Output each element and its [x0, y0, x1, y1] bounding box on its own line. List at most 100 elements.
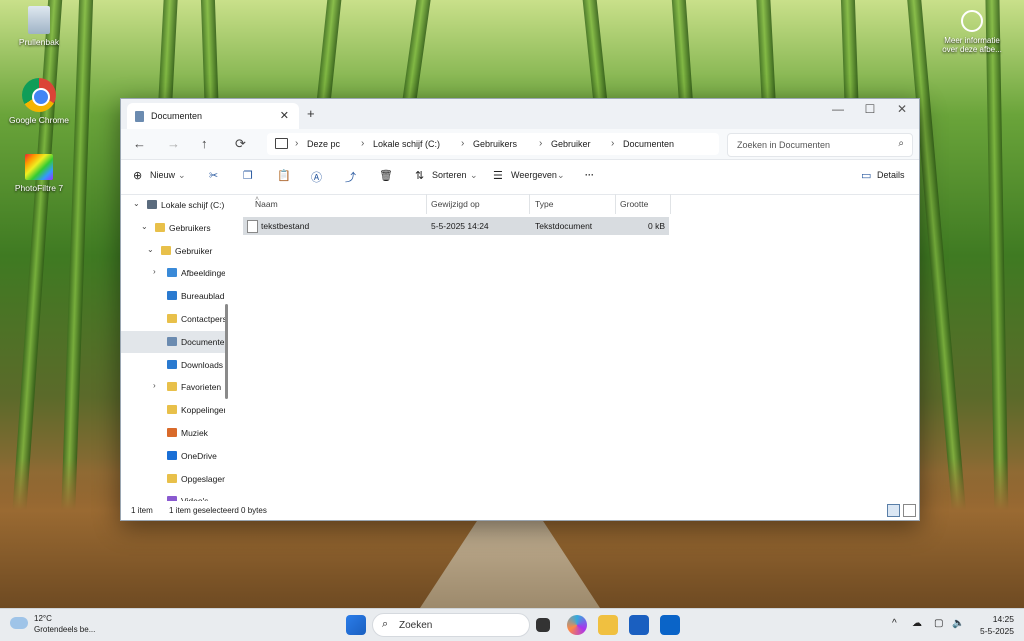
- chevron-right-icon: ›: [539, 138, 543, 149]
- new-tab-button[interactable]: +: [307, 106, 315, 121]
- system-clock[interactable]: 14:25 5-5-2025: [980, 613, 1014, 637]
- chevron-down-icon[interactable]: ⌄: [133, 199, 140, 208]
- column-divider: [529, 194, 530, 214]
- taskbar: 12°C Grotendeels be... ⌕ Zoeken ^ ☁ ▢ 🔈 …: [0, 608, 1024, 641]
- copy-icon[interactable]: ❐: [243, 169, 253, 182]
- sidebar-item[interactable]: Contactpersonen: [121, 308, 225, 330]
- clock-time: 14:25: [992, 614, 1014, 624]
- breadcrumb[interactable]: › Deze pc › Lokale schijf (C:) › Gebruik…: [267, 133, 719, 155]
- tab-documenten[interactable]: Documenten ✕: [127, 103, 299, 129]
- sidebar-item[interactable]: › Favorieten: [121, 376, 225, 398]
- plus-circle-icon: ⊕: [133, 170, 143, 182]
- breadcrumb-gebruikers[interactable]: Gebruikers: [473, 139, 517, 149]
- column-header-modified[interactable]: Gewijzigd op: [431, 199, 480, 209]
- rename-icon[interactable]: Ⓐ: [311, 169, 322, 185]
- copilot-icon[interactable]: [567, 615, 587, 635]
- chrome-icon: [22, 78, 56, 112]
- store-icon[interactable]: [629, 615, 649, 635]
- sort-button[interactable]: Sorteren: [432, 170, 467, 180]
- sidebar-item[interactable]: ⌄ Gebruikers: [121, 217, 225, 239]
- column-header-size[interactable]: Grootte: [620, 199, 648, 209]
- table-row[interactable]: tekstbestand 5-5-2025 14:24 Tekstdocumen…: [243, 217, 669, 235]
- details-view-button[interactable]: [887, 504, 900, 517]
- network-icon[interactable]: ☁: [912, 618, 922, 629]
- back-button[interactable]: ←: [133, 136, 146, 151]
- refresh-button[interactable]: ⟳: [235, 136, 246, 152]
- breadcrumb-gebruiker[interactable]: Gebruiker: [551, 139, 591, 149]
- sidebar-item[interactable]: ⌄ Gebruiker: [121, 240, 225, 262]
- view-icon: ☰: [493, 170, 503, 182]
- spotlight-label-line2: over deze afbe...: [942, 45, 1002, 54]
- weather-widget[interactable]: 12°C Grotendeels be...: [10, 613, 95, 635]
- more-options-button[interactable]: ···: [585, 170, 594, 180]
- share-icon[interactable]: ⤴: [345, 169, 356, 185]
- chevron-down-icon[interactable]: ⌄: [147, 245, 154, 254]
- chevron-right-icon[interactable]: ›: [153, 267, 156, 276]
- navigation-scrollbar[interactable]: [225, 304, 228, 399]
- folder-icon: [167, 382, 177, 392]
- sidebar-item-label: OneDrive: [181, 450, 217, 461]
- tiles-view-button[interactable]: [903, 504, 916, 517]
- sidebar-item[interactable]: Video's: [121, 490, 225, 501]
- desktop-icon-recycle-bin[interactable]: Prullenbak: [4, 6, 74, 47]
- sidebar-item-label: Contactpersonen: [181, 314, 225, 324]
- paste-icon[interactable]: 📋: [277, 169, 291, 182]
- new-button[interactable]: Nieuw: [150, 170, 175, 180]
- sidebar-item[interactable]: Documenten: [121, 330, 225, 353]
- search-placeholder: Zoeken in Documenten: [737, 140, 831, 150]
- tray-overflow-button[interactable]: ^: [892, 618, 897, 629]
- outlook-icon[interactable]: [660, 615, 680, 635]
- search-box[interactable]: Zoeken in Documenten ⌕: [727, 133, 913, 157]
- column-header-name[interactable]: Naam: [255, 199, 278, 209]
- chevron-down-icon[interactable]: ⌄: [141, 222, 148, 231]
- folder-icon: [147, 200, 157, 209]
- chevron-down-icon: ⌄: [557, 170, 565, 180]
- folder-icon: [167, 428, 177, 437]
- desktop-icon-photofiltre[interactable]: PhotoFiltre 7: [4, 154, 74, 193]
- sidebar-item[interactable]: Bureaublad: [121, 285, 225, 307]
- taskbar-search[interactable]: ⌕ Zoeken: [372, 613, 530, 637]
- folder-icon: [167, 359, 177, 369]
- view-button[interactable]: Weergeven: [511, 170, 557, 180]
- details-button[interactable]: Details: [877, 170, 905, 180]
- chevron-right-icon: ›: [611, 138, 615, 149]
- volume-icon[interactable]: 🔈: [952, 618, 964, 629]
- file-modified: 5-5-2025 14:24: [431, 221, 489, 231]
- weather-desc: Grotendeels be...: [34, 625, 96, 634]
- task-view-icon[interactable]: [536, 618, 550, 632]
- photofiltre-icon: [25, 154, 53, 180]
- status-bar: 1 item 1 item geselecteerd 0 bytes: [121, 502, 919, 520]
- sidebar-item[interactable]: Downloads: [121, 354, 225, 376]
- chevron-right-icon[interactable]: ›: [153, 381, 156, 390]
- forward-button[interactable]: →: [167, 136, 180, 151]
- details-pane-icon: ▭: [861, 170, 872, 182]
- folder-icon: [161, 245, 171, 255]
- column-header-type[interactable]: Type: [535, 199, 553, 209]
- sidebar-item[interactable]: OneDrive: [121, 445, 225, 467]
- delete-icon[interactable]: 🗑: [379, 169, 393, 182]
- file-name: tekstbestand: [261, 221, 310, 231]
- close-window-button[interactable]: ✕: [887, 102, 917, 116]
- sidebar-item[interactable]: ⌄ Lokale schijf (C:): [121, 194, 225, 216]
- sidebar-item[interactable]: › Afbeeldingen: [121, 262, 225, 284]
- folder-icon: [167, 405, 177, 415]
- sidebar-item-label: Gebruikers: [169, 222, 211, 233]
- sidebar-item[interactable]: Opgeslagen spellen: [121, 468, 225, 490]
- breadcrumb-lokale-schijf[interactable]: Lokale schijf (C:): [373, 139, 440, 149]
- maximize-button[interactable]: ☐: [855, 102, 885, 116]
- start-icon[interactable]: [346, 615, 366, 635]
- close-tab-button[interactable]: ✕: [280, 109, 289, 122]
- breadcrumb-deze-pc[interactable]: Deze pc: [307, 139, 340, 149]
- desktop-icon-google-chrome[interactable]: Google Chrome: [4, 78, 74, 125]
- documents-folder-icon: [135, 111, 144, 122]
- spotlight-info[interactable]: Meer informatie over deze afbe...: [932, 10, 1012, 54]
- file-explorer-icon[interactable]: [598, 615, 618, 635]
- cut-icon[interactable]: ✂: [209, 169, 218, 182]
- display-icon[interactable]: ▢: [934, 618, 943, 629]
- sidebar-item[interactable]: Koppelingen: [121, 399, 225, 421]
- sidebar-item[interactable]: Muziek: [121, 422, 225, 444]
- breadcrumb-documenten[interactable]: Documenten: [623, 139, 674, 149]
- sidebar-item-label: Opgeslagen spellen: [181, 473, 225, 484]
- minimize-button[interactable]: —: [823, 102, 853, 116]
- up-button[interactable]: ↑: [201, 136, 208, 151]
